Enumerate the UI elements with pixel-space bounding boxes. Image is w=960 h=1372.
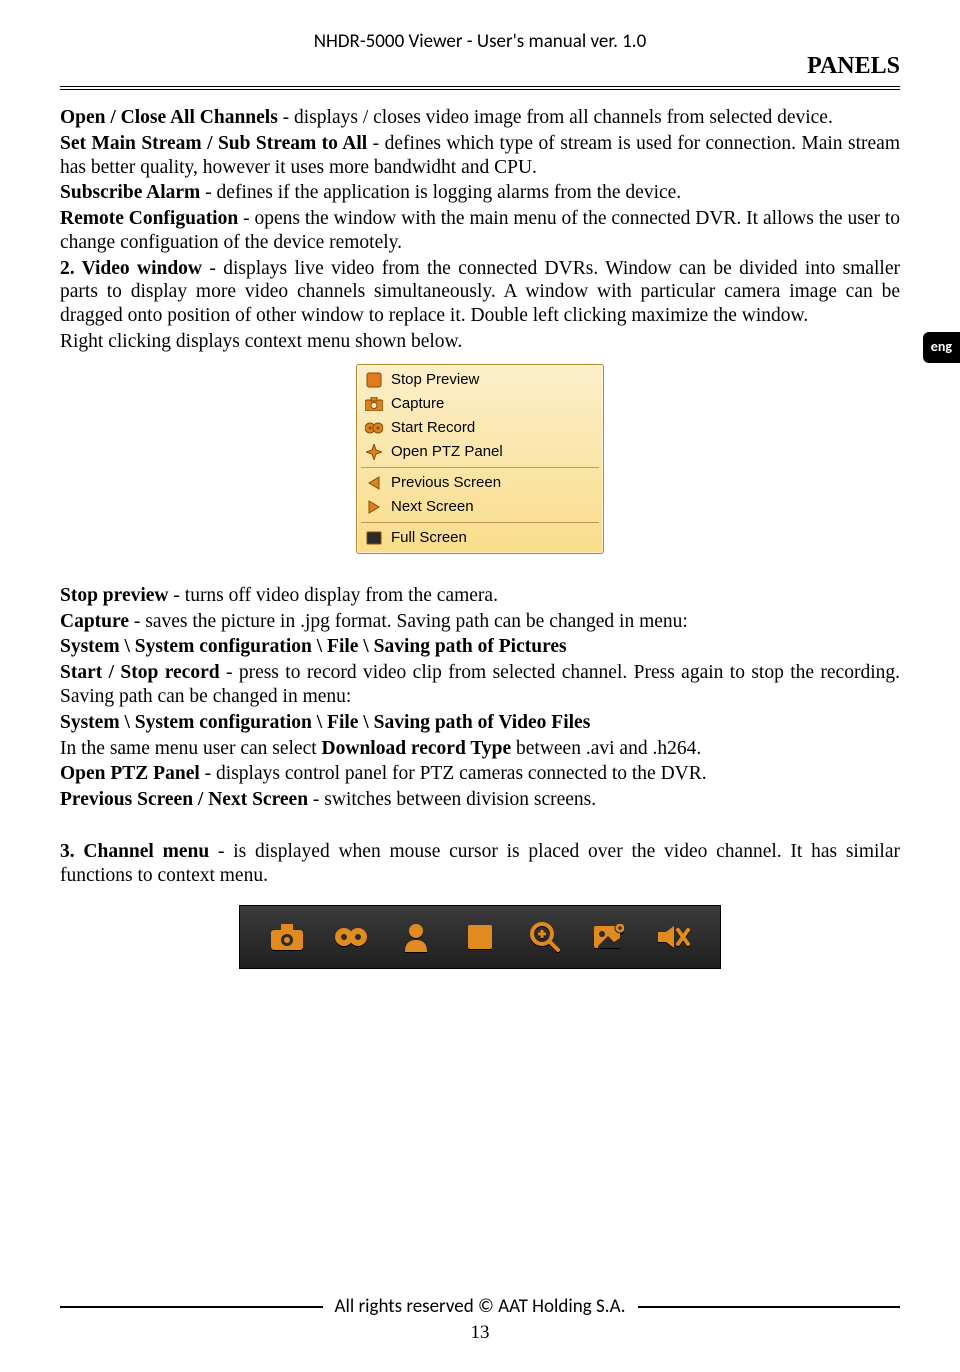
- section-title: PANELS: [60, 53, 904, 80]
- footer-rule-left: [60, 1306, 323, 1308]
- stop-preview-desc: Stop preview - turns off video display f…: [60, 584, 900, 608]
- set-stream-label: Set Main Stream / Sub Stream to All: [60, 133, 367, 154]
- menu-item-capture[interactable]: Capture: [357, 392, 603, 416]
- language-tab: eng: [923, 332, 960, 363]
- set-stream-desc: Set Main Stream / Sub Stream to All - de…: [60, 132, 900, 180]
- open-ptz-text: - displays control panel for PTZ cameras…: [200, 763, 707, 784]
- menu-item-stop-preview[interactable]: Stop Preview: [357, 368, 603, 392]
- capture-label: Capture: [60, 611, 129, 632]
- toolbar-stop-icon[interactable]: [462, 919, 498, 955]
- toolbar-capture-icon[interactable]: [269, 919, 305, 955]
- menu-item-next-screen[interactable]: Next Screen: [357, 495, 603, 519]
- right-click-note: Right clicking displays context menu sho…: [60, 330, 900, 354]
- video-path: System \ System configuration \ File \ S…: [60, 711, 900, 735]
- toolbar-record-icon[interactable]: [333, 919, 369, 955]
- menu-item-label: Previous Screen: [391, 474, 501, 491]
- channel-menu-label: 3. Channel menu: [60, 841, 209, 862]
- video-window-label: 2. Video window: [60, 258, 202, 279]
- prev-next-text: - switches between division screens.: [308, 789, 596, 810]
- stop-preview-text: - turns off video display from the camer…: [169, 585, 498, 606]
- page-number: 13: [0, 1322, 960, 1344]
- toolbar-zoom-icon[interactable]: [527, 919, 563, 955]
- camera-icon: [363, 395, 385, 413]
- toolbar-image-settings-icon[interactable]: [591, 919, 627, 955]
- ptz-icon: [363, 443, 385, 461]
- previous-icon: [363, 474, 385, 492]
- open-ptz-label: Open PTZ Panel: [60, 763, 200, 784]
- subscribe-alarm-label: Subscribe Alarm: [60, 182, 200, 203]
- next-icon: [363, 498, 385, 516]
- download-type-bold: Download record Type: [322, 738, 512, 759]
- subscribe-alarm-desc: Subscribe Alarm - defines if the applica…: [60, 181, 900, 205]
- channel-toolbar: [239, 905, 721, 969]
- menu-item-open-ptz[interactable]: Open PTZ Panel: [357, 440, 603, 464]
- download-type-post: between .avi and .h264.: [511, 738, 701, 759]
- open-ptz-desc: Open PTZ Panel - displays control panel …: [60, 762, 900, 786]
- start-stop-label: Start / Stop record: [60, 662, 220, 683]
- record-icon: [363, 419, 385, 437]
- subscribe-alarm-text: - defines if the application is logging …: [200, 182, 681, 203]
- prev-next-label: Previous Screen / Next Screen: [60, 789, 308, 810]
- menu-item-label: Full Screen: [391, 529, 467, 546]
- remote-config-label: Remote Configuation: [60, 208, 238, 229]
- menu-item-start-record[interactable]: Start Record: [357, 416, 603, 440]
- download-type-desc: In the same menu user can select Downloa…: [60, 737, 900, 761]
- page-footer: All rights reserved © AAT Holding S.A. 1…: [0, 1295, 960, 1344]
- menu-item-full-screen[interactable]: Full Screen: [357, 526, 603, 550]
- footer-copyright: All rights reserved © AAT Holding S.A.: [335, 1295, 626, 1318]
- context-menu: Stop Preview Capture Start Record Open P…: [356, 364, 604, 554]
- fullscreen-icon: [363, 529, 385, 547]
- stop-preview-label: Stop preview: [60, 585, 169, 606]
- download-type-pre: In the same menu user can select: [60, 738, 322, 759]
- menu-separator: [361, 522, 599, 523]
- menu-item-label: Next Screen: [391, 498, 474, 515]
- pictures-path: System \ System configuration \ File \ S…: [60, 635, 900, 659]
- menu-item-label: Open PTZ Panel: [391, 443, 503, 460]
- open-close-text: - displays / closes video image from all…: [278, 107, 833, 128]
- channel-menu-desc: 3. Channel menu - is displayed when mous…: [60, 840, 900, 888]
- prev-next-desc: Previous Screen / Next Screen - switches…: [60, 788, 900, 812]
- capture-text: - saves the picture in .jpg format. Savi…: [129, 611, 688, 632]
- toolbar-user-icon[interactable]: [398, 919, 434, 955]
- menu-item-previous-screen[interactable]: Previous Screen: [357, 471, 603, 495]
- video-window-desc: 2. Video window - displays live video fr…: [60, 257, 900, 328]
- menu-separator: [361, 467, 599, 468]
- menu-item-label: Capture: [391, 395, 444, 412]
- open-close-label: Open / Close All Channels: [60, 107, 278, 128]
- footer-rule-right: [638, 1306, 901, 1308]
- title-rule: [60, 86, 900, 90]
- menu-item-label: Stop Preview: [391, 371, 479, 388]
- stop-icon: [363, 371, 385, 389]
- open-close-desc: Open / Close All Channels - displays / c…: [60, 106, 900, 130]
- capture-desc: Capture - saves the picture in .jpg form…: [60, 610, 900, 634]
- remote-config-desc: Remote Configuation - opens the window w…: [60, 207, 900, 255]
- toolbar-mute-icon[interactable]: [656, 919, 692, 955]
- menu-item-label: Start Record: [391, 419, 475, 436]
- document-header: NHDR-5000 Viewer - User's manual ver. 1.…: [60, 30, 900, 53]
- start-stop-desc: Start / Stop record - press to record vi…: [60, 661, 900, 709]
